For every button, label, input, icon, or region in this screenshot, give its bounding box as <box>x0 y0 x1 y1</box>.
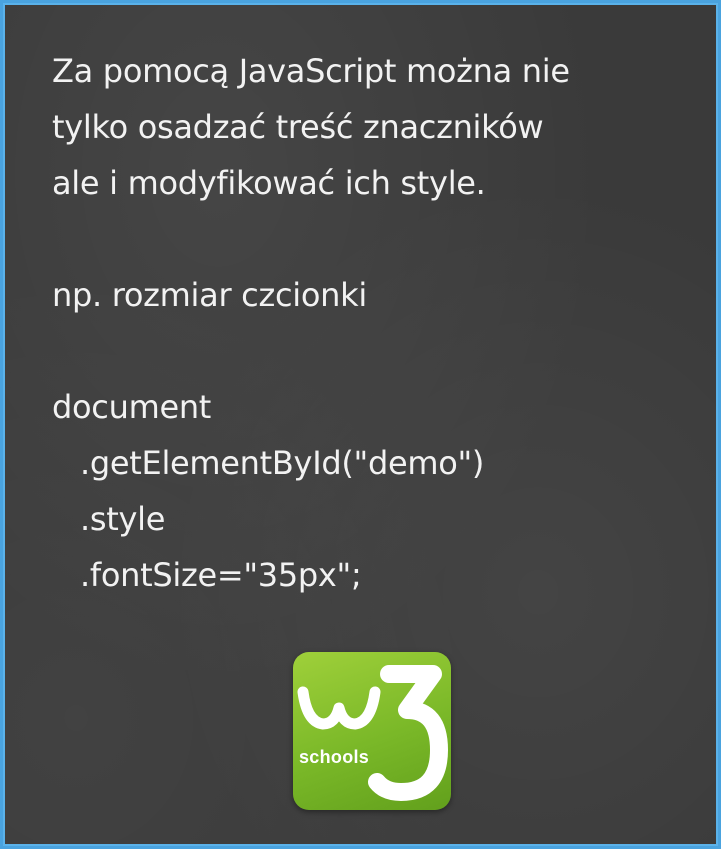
w3-mark-icon <box>297 665 448 801</box>
logo-text: schools <box>299 747 370 767</box>
example-label: np. rozmiar czcionki <box>52 276 367 314</box>
intro-line: ale i modyfikować ich style. <box>52 164 486 202</box>
intro-line: tylko osadzać treść znaczników <box>52 108 544 146</box>
intro-line: Za pomocą JavaScript można nie <box>52 52 570 90</box>
w3schools-logo: schools <box>293 652 451 810</box>
slide-text: Za pomocą JavaScript można nie tylko osa… <box>52 43 692 603</box>
code-line: .fontSize="35px"; <box>80 556 362 594</box>
code-line: .style <box>80 500 166 538</box>
chalkboard: Za pomocą JavaScript można nie tylko osa… <box>3 3 718 846</box>
code-line: .getElementById("demo") <box>80 444 485 482</box>
code-line: document <box>52 388 212 426</box>
